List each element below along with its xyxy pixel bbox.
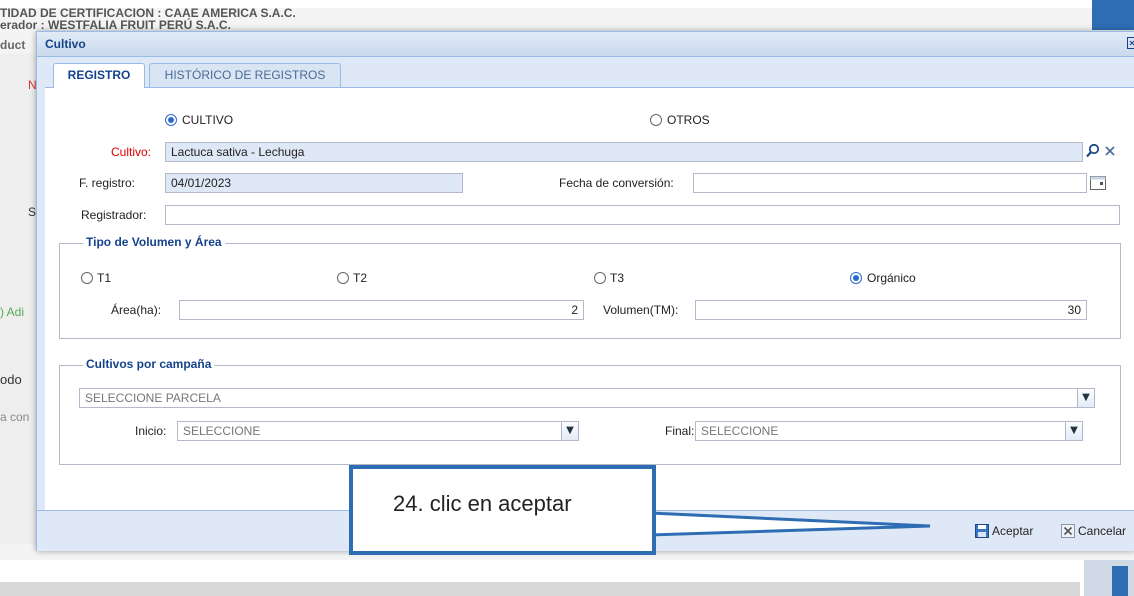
f-registro-field: 04/01/2023 (165, 173, 463, 193)
background-left-panel (0, 54, 38, 544)
callout-pointer (648, 511, 931, 537)
background-add-button[interactable]: ) Adi (0, 305, 24, 319)
background-label-s: S (28, 205, 37, 219)
radio-cultivo-label: CULTIVO (182, 113, 234, 127)
area-label: Área(ha): (111, 303, 162, 317)
cancel-icon (1061, 524, 1075, 538)
radio-cultivo[interactable] (165, 114, 177, 126)
area-field[interactable]: 2 (179, 300, 584, 320)
chevron-down-icon[interactable]: ▼ (561, 421, 579, 441)
radio-organico-label: Orgánico (867, 271, 916, 285)
background-label-acom: a con (0, 410, 30, 424)
radio-t3-label: T3 (610, 271, 625, 285)
background-right-scroll-thumb[interactable] (1112, 566, 1128, 596)
search-icon[interactable] (1085, 143, 1101, 159)
radio-t3[interactable] (594, 272, 606, 284)
registrador-label: Registrador: (81, 208, 147, 222)
registrador-field[interactable] (165, 205, 1120, 225)
radio-t1[interactable] (81, 272, 93, 284)
close-icon[interactable] (1127, 37, 1134, 49)
cancelar-button[interactable]: Cancelar (1061, 521, 1126, 541)
dialog-header[interactable]: Cultivo (37, 32, 1134, 57)
cancelar-label: Cancelar (1078, 524, 1127, 538)
radio-t2-label: T2 (353, 271, 368, 285)
calendar-icon[interactable] (1089, 174, 1107, 192)
background-right-button[interactable] (1092, 0, 1134, 30)
volumen-label: Volumen(TM): (603, 303, 679, 317)
volumen-area-fieldset (59, 243, 1121, 339)
cultivo-field[interactable]: Lactuca sativa - Lechuga (165, 142, 1083, 162)
parcela-select[interactable]: SELECCIONE PARCELA (79, 388, 1095, 408)
tab-strip: REGISTRO HISTÓRICO DE REGISTROS (45, 57, 1134, 88)
inicio-select[interactable]: SELECCIONE (177, 421, 579, 441)
radio-organico[interactable] (850, 272, 862, 284)
cultivo-label: Cultivo: (111, 145, 152, 159)
dialog-title: Cultivo (45, 37, 86, 51)
inicio-label: Inicio: (135, 424, 167, 438)
radio-otros[interactable] (650, 114, 662, 126)
background-label-modo: odo (0, 372, 22, 387)
aceptar-label: Aceptar (992, 524, 1034, 538)
radio-otros-label: OTROS (667, 113, 710, 127)
volumen-area-legend: Tipo de Volumen y Área (83, 235, 225, 249)
annotation-callout: 24. clic en aceptar (349, 465, 656, 555)
registro-form: CULTIVO OTROS Cultivo: Lactuca sativa - … (45, 88, 1134, 510)
save-icon (975, 524, 989, 538)
cultivos-campana-legend: Cultivos por campaña (83, 357, 215, 371)
annotation-text: 24. clic en aceptar (393, 491, 572, 516)
chevron-down-icon[interactable]: ▼ (1077, 388, 1095, 408)
tab-historico-registros[interactable]: HISTÓRICO DE REGISTROS (149, 63, 341, 87)
radio-t2[interactable] (337, 272, 349, 284)
fecha-conversion-field[interactable] (693, 173, 1087, 193)
clear-icon[interactable] (1104, 144, 1116, 158)
final-label: Final: (665, 424, 695, 438)
tab-registro[interactable]: REGISTRO (53, 63, 145, 88)
horizontal-scrollbar[interactable] (0, 582, 1080, 596)
dialog-body: REGISTRO HISTÓRICO DE REGISTROS CULTIVO … (37, 57, 1134, 510)
radio-t1-label: T1 (97, 271, 112, 285)
cultivos-campana-fieldset (59, 365, 1121, 465)
final-select[interactable]: SELECCIONE (695, 421, 1083, 441)
chevron-down-icon[interactable]: ▼ (1065, 421, 1083, 441)
fecha-conversion-label: Fecha de conversión: (559, 176, 674, 190)
volumen-field[interactable]: 30 (695, 300, 1087, 320)
background-header-operator: erador : WESTFALIA FRUIT PERÚ S.A.C. (0, 18, 231, 32)
aceptar-button[interactable]: Aceptar (975, 521, 1033, 541)
background-header-product: duct (0, 38, 26, 52)
f-registro-label: F. registro: (79, 176, 136, 190)
